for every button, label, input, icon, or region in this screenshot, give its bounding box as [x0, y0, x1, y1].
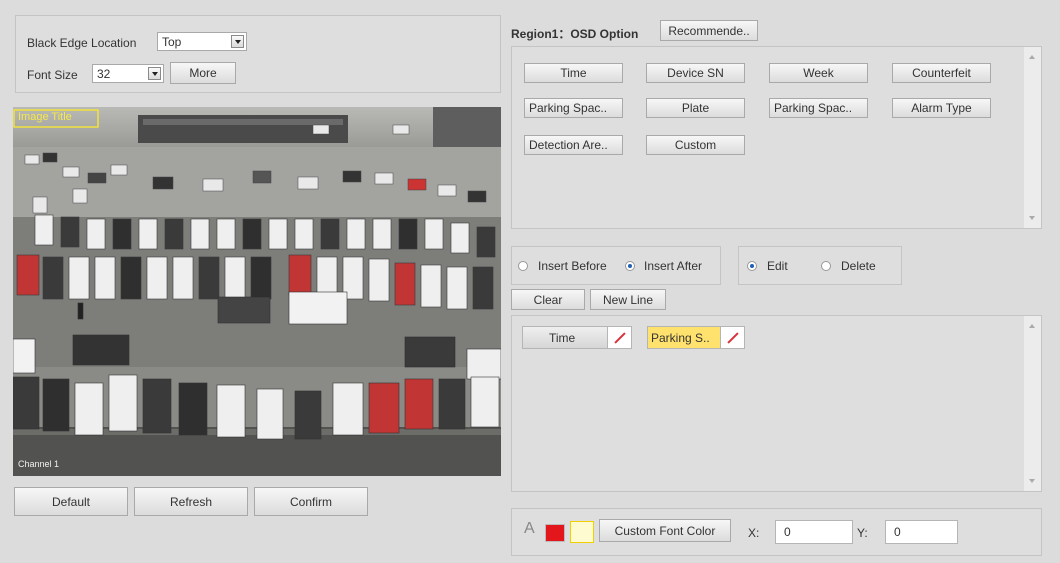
edit-mode-group: Edit Delete — [738, 246, 902, 285]
osd-option-parking-space-1[interactable]: Parking Spac.. — [524, 98, 623, 118]
osd-title-text: Image Title — [18, 111, 72, 123]
region-title: Region1：OSD Option — [511, 27, 639, 41]
selected-item-parking-space[interactable]: Parking S.. — [647, 326, 745, 349]
selected-osd-scrollbar[interactable] — [1024, 316, 1041, 491]
insert-position-group: Insert Before Insert After — [511, 246, 721, 285]
pencil-icon — [613, 331, 627, 345]
chevron-down-icon — [231, 35, 244, 48]
selected-item-label: Parking S.. — [651, 331, 710, 345]
osd-option-time[interactable]: Time — [524, 63, 623, 83]
black-edge-location-label: Black Edge Location — [27, 36, 137, 50]
insert-before-radio[interactable] — [518, 261, 528, 271]
selected-item-label: Time — [549, 331, 576, 345]
clear-button[interactable]: Clear — [511, 289, 585, 310]
selected-item-time[interactable]: Time — [522, 326, 632, 349]
font-color-panel: A Custom Font Color X: 0 Y: 0 — [511, 508, 1042, 556]
x-input[interactable]: 0 — [775, 520, 853, 544]
selected-osd-panel: Time Parking S.. — [511, 315, 1042, 492]
insert-after-label: Insert After — [644, 259, 703, 273]
osd-options-scrollbar[interactable] — [1024, 47, 1041, 228]
osd-option-counterfeit[interactable]: Counterfeit — [892, 63, 991, 83]
font-size-value: 32 — [97, 66, 111, 81]
y-label: Y: — [857, 526, 868, 540]
confirm-button[interactable]: Confirm — [254, 487, 368, 516]
edit-item-button[interactable] — [607, 327, 631, 348]
font-letter-a-icon: A — [524, 520, 535, 537]
insert-before-label: Insert Before — [538, 259, 607, 273]
new-line-button[interactable]: New Line — [590, 289, 666, 310]
font-size-select[interactable]: 32 — [92, 64, 164, 83]
osd-options-panel: Time Device SN Week Counterfeit Parking … — [511, 46, 1042, 229]
recommended-button[interactable]: Recommende.. — [660, 20, 758, 41]
x-label: X: — [748, 526, 760, 540]
parking-lot-image — [13, 107, 501, 476]
yellow-color-swatch[interactable] — [570, 521, 594, 543]
black-edge-location-select[interactable]: Top — [157, 32, 247, 51]
osd-option-plate[interactable]: Plate — [646, 98, 745, 118]
chevron-down-icon — [148, 67, 161, 80]
osd-option-detection-area[interactable]: Detection Are.. — [524, 135, 623, 155]
edit-item-button[interactable] — [720, 327, 744, 348]
display-settings-panel: Black Edge Location Top Font Size 32 Mor… — [15, 15, 501, 93]
osd-option-device-sn[interactable]: Device SN — [646, 63, 745, 83]
edit-radio[interactable] — [747, 261, 757, 271]
default-button[interactable]: Default — [14, 487, 128, 516]
delete-radio[interactable] — [821, 261, 831, 271]
edit-label: Edit — [767, 259, 788, 273]
scroll-down-icon[interactable] — [1029, 216, 1035, 220]
scroll-up-icon[interactable] — [1029, 55, 1035, 59]
scroll-down-icon[interactable] — [1029, 479, 1035, 483]
red-color-swatch[interactable] — [545, 524, 565, 542]
y-input[interactable]: 0 — [885, 520, 958, 544]
scroll-up-icon[interactable] — [1029, 324, 1035, 328]
more-button[interactable]: More — [170, 62, 236, 84]
osd-option-parking-space-2[interactable]: Parking Spac.. — [769, 98, 868, 118]
osd-option-custom[interactable]: Custom — [646, 135, 745, 155]
custom-font-color-button[interactable]: Custom Font Color — [599, 519, 731, 542]
font-size-label: Font Size — [27, 68, 78, 82]
pencil-icon — [726, 331, 740, 345]
osd-option-week[interactable]: Week — [769, 63, 868, 83]
insert-after-radio[interactable] — [625, 261, 635, 271]
osd-channel-text: Channel 1 — [18, 459, 60, 469]
osd-option-alarm-type[interactable]: Alarm Type — [892, 98, 991, 118]
delete-label: Delete — [841, 259, 876, 273]
video-preview[interactable]: Image Title Channel 1 — [13, 107, 501, 476]
black-edge-location-value: Top — [162, 34, 182, 49]
refresh-button[interactable]: Refresh — [134, 487, 248, 516]
